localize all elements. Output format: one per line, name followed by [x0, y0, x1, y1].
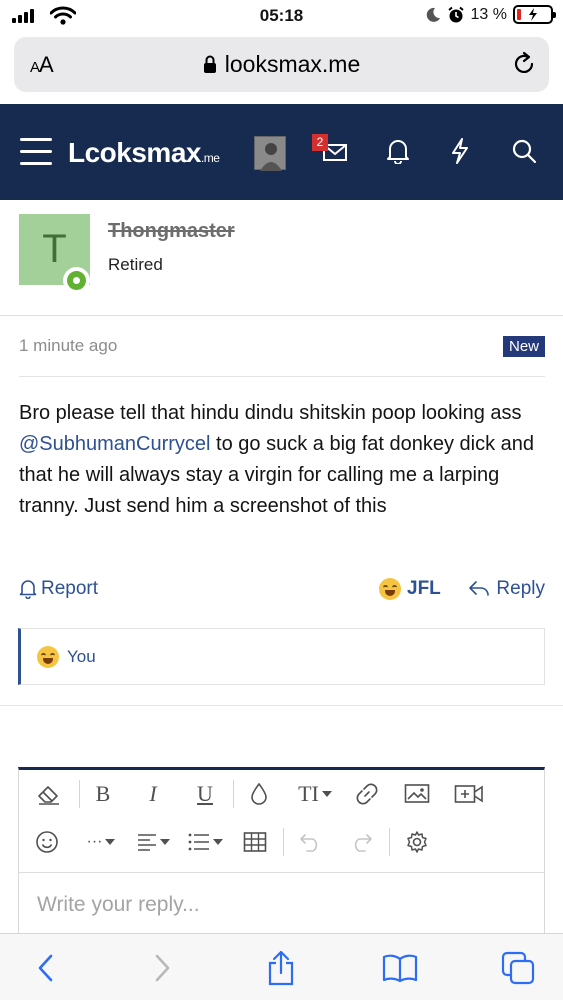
- smiley-icon[interactable]: [29, 824, 65, 860]
- share-button[interactable]: [259, 946, 303, 990]
- user-title: Retired: [108, 255, 163, 274]
- reactions-summary-text: You: [67, 646, 96, 666]
- forward-button[interactable]: [140, 946, 184, 990]
- book-icon: [382, 954, 418, 983]
- share-icon: [268, 950, 294, 986]
- url-text: looksmax.me: [224, 51, 361, 77]
- link-icon[interactable]: [349, 776, 385, 812]
- image-icon[interactable]: [399, 776, 435, 812]
- text-color-icon[interactable]: [241, 776, 277, 812]
- reply-button[interactable]: Reply: [468, 578, 545, 600]
- battery-percent: 13 %: [470, 5, 507, 23]
- moon-icon: [426, 7, 440, 22]
- site-header: Lcoksmax.me 2: [0, 104, 563, 200]
- address-bar[interactable]: AA looksmax.me: [14, 37, 549, 92]
- site-logo[interactable]: Lcoksmax.me: [68, 137, 220, 169]
- lock-icon: [203, 55, 216, 73]
- italic-button[interactable]: I: [135, 776, 171, 812]
- tabs-button[interactable]: [496, 946, 540, 990]
- toolbar-separator: [389, 828, 390, 856]
- divider: [19, 376, 545, 377]
- bell-icon[interactable]: [386, 138, 410, 164]
- table-icon[interactable]: [237, 824, 273, 860]
- back-button[interactable]: [24, 946, 68, 990]
- editor-toolbar-row-1: B I U TI: [19, 776, 544, 820]
- battery-icon: [513, 5, 556, 24]
- gear-icon[interactable]: [399, 824, 435, 860]
- toolbar-separator: [283, 828, 284, 856]
- bell-outline-icon: [19, 580, 37, 599]
- more-options-button[interactable]: ···: [81, 824, 121, 860]
- tabs-icon: [501, 951, 535, 985]
- report-button[interactable]: Report: [19, 578, 98, 600]
- new-badge: New: [502, 336, 545, 357]
- divider: [0, 705, 563, 706]
- video-icon[interactable]: [451, 776, 487, 812]
- browser-toolbar: [0, 933, 563, 1000]
- toolbar-separator: [233, 780, 234, 808]
- account-avatar[interactable]: [254, 136, 286, 171]
- undo-icon[interactable]: [293, 824, 329, 860]
- post-actions: Report JFL Reply: [19, 578, 545, 606]
- post-timestamp[interactable]: 1 minute ago: [19, 336, 117, 355]
- eraser-icon[interactable]: [31, 776, 67, 812]
- font-size-button[interactable]: TI: [289, 776, 341, 812]
- bolt-icon[interactable]: [450, 138, 470, 164]
- reactions-summary[interactable]: You: [18, 628, 545, 685]
- post-body: Bro please tell that hindu dindu shitski…: [19, 402, 535, 517]
- toolbar-separator: [79, 780, 80, 808]
- bold-button[interactable]: B: [85, 776, 121, 812]
- redo-icon[interactable]: [343, 824, 379, 860]
- inbox-count-badge: 2: [312, 134, 328, 151]
- reply-arrow-icon: [469, 581, 490, 596]
- reaction-button[interactable]: JFL: [379, 578, 441, 600]
- post-author-block: T Thongmaster Retired: [0, 200, 563, 316]
- online-status-icon: [63, 267, 90, 294]
- alarm-icon: [447, 6, 464, 22]
- laughing-emoji-icon: [37, 645, 59, 668]
- post-meta: 1 minute ago New: [19, 336, 545, 357]
- editor-toolbar-row-2: ···: [19, 824, 544, 868]
- underline-button[interactable]: U: [187, 776, 223, 812]
- user-mention-link[interactable]: @SubhumanCurrycel: [19, 433, 211, 455]
- reply-input[interactable]: [19, 873, 544, 937]
- browser-address-area: AA looksmax.me: [0, 34, 563, 104]
- bookmarks-button[interactable]: [378, 946, 422, 990]
- menu-icon[interactable]: [20, 138, 52, 166]
- chevron-right-icon: [155, 954, 170, 982]
- reload-icon[interactable]: [511, 51, 537, 77]
- laughing-emoji-icon: [379, 578, 401, 600]
- search-icon[interactable]: [511, 138, 537, 164]
- chevron-left-icon: [38, 954, 53, 982]
- list-icon[interactable]: [183, 824, 227, 860]
- align-icon[interactable]: [131, 824, 175, 860]
- status-bar: 05:18 13 %: [0, 0, 563, 34]
- username[interactable]: Thongmaster: [108, 220, 235, 243]
